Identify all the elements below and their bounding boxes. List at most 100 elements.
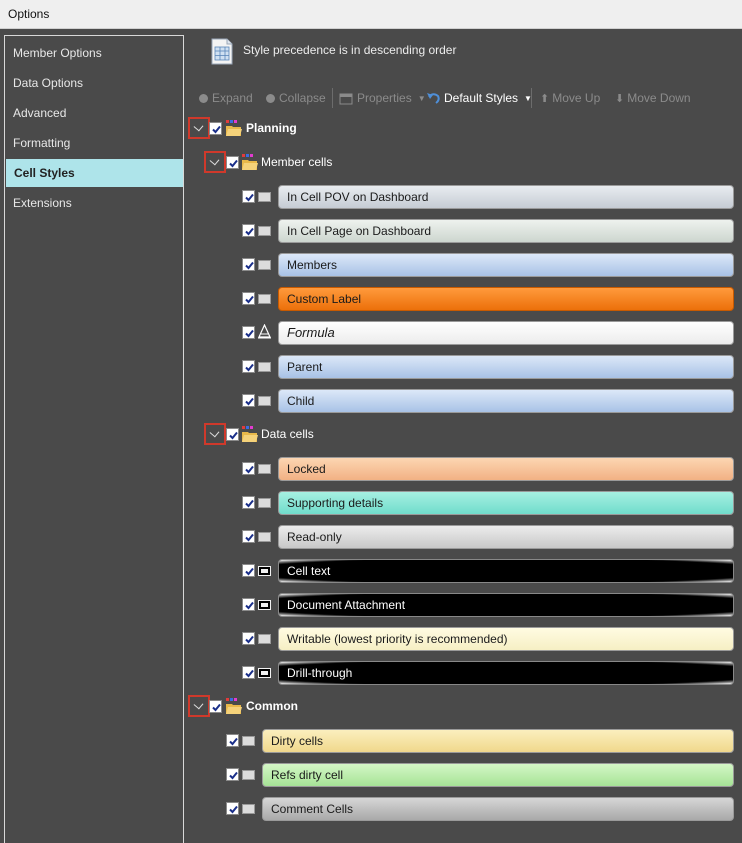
style-item[interactable]: Supporting details xyxy=(278,491,734,515)
window-title: Options xyxy=(8,7,50,21)
default-styles-label: Default Styles xyxy=(444,91,519,105)
item-checkbox[interactable] xyxy=(242,666,255,679)
item-checkbox[interactable] xyxy=(226,734,239,747)
checkmark-icon xyxy=(245,397,254,406)
document-table-icon xyxy=(211,38,233,65)
style-swatch-icon xyxy=(242,770,255,780)
options-sidebar: Member Options Data Options Advanced For… xyxy=(4,35,184,843)
checkmark-icon xyxy=(245,533,254,542)
item-checkbox[interactable] xyxy=(226,768,239,781)
arrow-up-icon: ⬆ xyxy=(540,92,550,105)
item-checkbox[interactable] xyxy=(242,326,255,339)
item-checkbox[interactable] xyxy=(242,462,255,475)
item-checkbox[interactable] xyxy=(226,802,239,815)
checkmark-icon xyxy=(245,601,254,610)
style-swatch-icon xyxy=(258,600,271,610)
style-item[interactable]: Custom Label xyxy=(278,287,734,311)
expand-label: Expand xyxy=(212,91,253,105)
item-checkbox[interactable] xyxy=(242,564,255,577)
style-item[interactable]: Drill-through xyxy=(278,661,734,685)
data-cells-checkbox[interactable] xyxy=(226,428,239,441)
style-folder-icon xyxy=(242,154,258,170)
item-checkbox[interactable] xyxy=(242,598,255,611)
planning-checkbox[interactable] xyxy=(209,122,222,135)
checkmark-icon xyxy=(229,431,238,440)
common-expander[interactable] xyxy=(188,695,210,717)
checkmark-icon xyxy=(212,125,221,134)
member-cells-expander[interactable] xyxy=(204,151,226,173)
window-titlebar: Options xyxy=(0,0,742,29)
item-checkbox[interactable] xyxy=(242,190,255,203)
style-item[interactable]: Document Attachment xyxy=(278,593,734,617)
item-checkbox[interactable] xyxy=(242,360,255,373)
style-swatch-icon xyxy=(258,192,271,202)
sidebar-item-data-options[interactable]: Data Options xyxy=(5,69,182,97)
style-item[interactable]: Read-only xyxy=(278,525,734,549)
item-checkbox[interactable] xyxy=(242,258,255,271)
style-precedence-note: Style precedence is in descending order xyxy=(243,43,457,57)
item-checkbox[interactable] xyxy=(242,632,255,645)
move-down-button[interactable]: ⬇ Move Down xyxy=(615,90,691,106)
style-item[interactable]: Writable (lowest priority is recommended… xyxy=(278,627,734,651)
collapse-icon xyxy=(266,93,275,103)
checkmark-icon xyxy=(229,805,238,814)
style-item[interactable]: Refs dirty cell xyxy=(262,763,734,787)
style-item[interactable]: Members xyxy=(278,253,734,277)
item-checkbox[interactable] xyxy=(242,292,255,305)
style-swatch-icon xyxy=(258,668,271,678)
checkmark-icon xyxy=(245,567,254,576)
undo-styles-icon xyxy=(427,93,440,104)
style-swatch-icon xyxy=(258,464,271,474)
style-swatch-icon xyxy=(242,804,255,814)
collapse-label: Collapse xyxy=(279,91,326,105)
data-cells-expander[interactable] xyxy=(204,423,226,445)
sidebar-item-advanced[interactable]: Advanced xyxy=(5,99,182,127)
planning-expander[interactable] xyxy=(188,117,210,139)
move-down-label: Move Down xyxy=(627,91,691,105)
style-folder-icon xyxy=(242,426,258,442)
planning-group-label: Planning xyxy=(246,121,297,135)
sidebar-item-formatting[interactable]: Formatting xyxy=(5,129,182,157)
style-item[interactable]: Cell text xyxy=(278,559,734,583)
checkmark-icon xyxy=(245,465,254,474)
checkmark-icon xyxy=(245,669,254,678)
style-swatch-icon xyxy=(258,532,271,542)
member-cells-checkbox[interactable] xyxy=(226,156,239,169)
checkmark-icon xyxy=(229,771,238,780)
style-item[interactable]: Locked xyxy=(278,457,734,481)
checkmark-icon xyxy=(245,329,254,338)
expand-button[interactable]: Expand xyxy=(198,90,253,106)
item-checkbox[interactable] xyxy=(242,224,255,237)
style-swatch-icon xyxy=(258,294,271,304)
style-item[interactable]: Formula xyxy=(278,321,734,345)
toolbar-separator xyxy=(332,88,333,108)
style-item[interactable]: In Cell Page on Dashboard xyxy=(278,219,734,243)
style-item[interactable]: Comment Cells xyxy=(262,797,734,821)
collapse-button[interactable]: Collapse xyxy=(265,90,326,106)
style-swatch-icon xyxy=(258,498,271,508)
style-item[interactable]: In Cell POV on Dashboard xyxy=(278,185,734,209)
properties-button[interactable]: Properties ▼ xyxy=(339,90,426,106)
member-cells-group-label: Member cells xyxy=(261,155,333,169)
style-item[interactable]: Child xyxy=(278,389,734,413)
style-swatch-icon xyxy=(258,260,271,270)
style-swatch-icon xyxy=(258,634,271,644)
item-checkbox[interactable] xyxy=(242,496,255,509)
move-up-button[interactable]: ⬆ Move Up xyxy=(540,90,600,106)
checkmark-icon xyxy=(245,635,254,644)
toolbar-separator xyxy=(531,88,532,108)
checkmark-icon xyxy=(245,499,254,508)
formula-icon xyxy=(258,324,271,339)
item-checkbox[interactable] xyxy=(242,394,255,407)
style-folder-icon xyxy=(226,120,242,136)
arrow-down-icon: ⬇ xyxy=(615,92,625,105)
style-item[interactable]: Dirty cells xyxy=(262,729,734,753)
default-styles-button[interactable]: Default Styles ▼ xyxy=(426,90,532,106)
sidebar-item-extensions[interactable]: Extensions xyxy=(5,189,182,217)
item-checkbox[interactable] xyxy=(242,530,255,543)
sidebar-item-cell-styles[interactable]: Cell Styles xyxy=(6,159,183,187)
style-item[interactable]: Parent xyxy=(278,355,734,379)
sidebar-item-member-options[interactable]: Member Options xyxy=(5,39,182,67)
style-swatch-icon xyxy=(258,396,271,406)
common-checkbox[interactable] xyxy=(209,700,222,713)
